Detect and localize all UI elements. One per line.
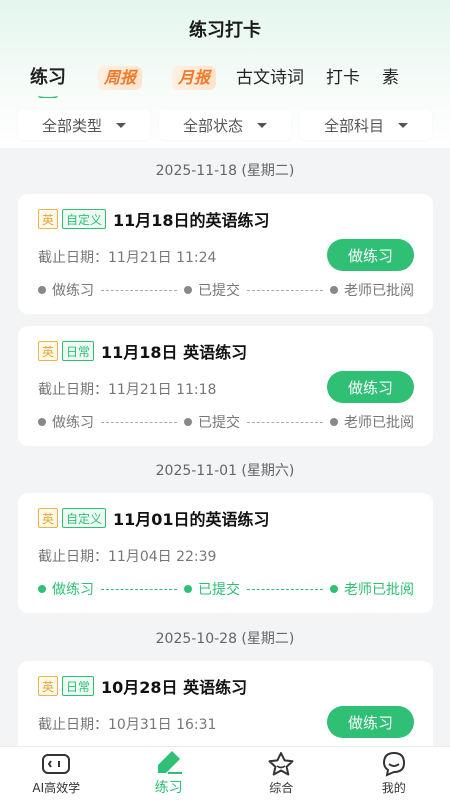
filter-status-label: 全部状态: [182, 116, 243, 135]
step-reviewed: 老师已批阅: [330, 280, 414, 300]
type-tag: 日常: [62, 676, 95, 696]
subject-badge: 英: [38, 209, 58, 229]
type-tag: 自定义: [62, 508, 107, 528]
deadline-text: 截止日期：11月21日 11:24: [38, 250, 217, 266]
step-connector: [101, 588, 177, 590]
tab-bar: 练习 周报 月报 古文诗词 打卡 素: [0, 58, 450, 98]
ai-robot-icon: [41, 752, 71, 776]
filter-subject-dropdown[interactable]: 全部科目: [300, 110, 432, 140]
tab-weekly-report[interactable]: 周报: [98, 66, 143, 90]
step-label: 做练习: [52, 283, 94, 299]
profile-icon: [379, 751, 409, 777]
filter-subject-label: 全部科目: [323, 116, 384, 135]
step-do-practice: 做练习: [38, 280, 94, 300]
card-title-row: 英 日常 10月28日 英语练习: [38, 675, 247, 697]
nav-label: AI高效学: [32, 780, 81, 795]
step-label: 做练习: [52, 415, 94, 431]
do-practice-button[interactable]: 做练习: [327, 239, 414, 271]
do-practice-button[interactable]: 做练习: [327, 371, 414, 403]
pencil-icon: [154, 750, 184, 774]
step-submitted: 已提交: [184, 579, 240, 599]
step-connector: [247, 289, 323, 291]
subject-badge: 英: [38, 508, 58, 528]
card-title-row: 英 自定义 11月01日的英语练习: [38, 507, 270, 529]
step-reviewed: 老师已批阅: [330, 579, 414, 599]
step-dot-icon: [330, 286, 338, 294]
nav-label: 我的: [381, 780, 406, 795]
date-header: 2025-11-18 (星期二): [155, 163, 295, 179]
filter-type-dropdown[interactable]: 全部类型: [18, 110, 150, 140]
step-dot-icon: [330, 418, 338, 426]
card-title-row: 英 日常 11月18日 英语练习: [38, 340, 247, 362]
deadline-text: 截止日期：11月21日 11:18: [38, 382, 217, 398]
date-header: 2025-10-28 (星期二): [155, 631, 295, 647]
step-dot-icon: [330, 585, 338, 593]
card-title: 11月01日的英语练习: [113, 510, 270, 529]
step-label: 做练习: [52, 582, 94, 598]
nav-label: 练习: [154, 780, 183, 796]
subject-badge: 英: [38, 341, 58, 361]
date-header: 2025-11-01 (星期六): [155, 463, 295, 479]
tab-classical-poetry[interactable]: 古文诗词: [236, 62, 304, 94]
step-dot-icon: [38, 418, 46, 426]
card-title: 11月18日 英语练习: [101, 343, 248, 362]
filter-type-label: 全部类型: [41, 116, 102, 135]
page-title: 练习打卡: [189, 20, 261, 41]
step-label: 老师已批阅: [344, 283, 414, 299]
deadline-text: 截止日期：10月31日 16:31: [38, 717, 217, 733]
practice-card[interactable]: 英 自定义 11月01日的英语练习 截止日期：11月04日 22:39 做练习 …: [18, 493, 433, 613]
deadline-text: 截止日期：11月04日 22:39: [38, 549, 217, 565]
step-dot-icon: [38, 585, 46, 593]
nav-label: 综合: [269, 780, 294, 795]
bottom-nav: AI高效学 练习 综合 我的: [0, 746, 450, 800]
step-label: 已提交: [198, 283, 240, 299]
step-label: 老师已批阅: [344, 582, 414, 598]
nav-ai-study[interactable]: AI高效学: [0, 747, 113, 800]
step-dot-icon: [38, 286, 46, 294]
subject-badge: 英: [38, 676, 58, 696]
step-connector: [101, 289, 177, 291]
tab-more-partial[interactable]: 素: [382, 62, 399, 94]
step-dot-icon: [184, 585, 192, 593]
progress-steps: 做练习 已提交 老师已批阅: [38, 280, 414, 300]
nav-mine[interactable]: 我的: [338, 747, 450, 800]
practice-card[interactable]: 英 自定义 11月18日的英语练习 截止日期：11月21日 11:24 做练习 …: [18, 194, 433, 314]
star-icon: [266, 751, 296, 776]
tab-monthly-report[interactable]: 月报: [172, 66, 217, 90]
progress-steps-completed: 做练习 已提交 老师已批阅: [38, 579, 414, 599]
practice-card[interactable]: 英 日常 11月18日 英语练习 截止日期：11月21日 11:18 做练习 做…: [18, 326, 433, 446]
step-do-practice: 做练习: [38, 579, 94, 599]
card-title: 10月28日 英语练习: [101, 678, 248, 697]
step-submitted: 已提交: [184, 280, 240, 300]
card-title-row: 英 自定义 11月18日的英语练习: [38, 208, 270, 230]
nav-practice[interactable]: 练习: [113, 747, 226, 800]
caret-down-icon: [398, 122, 408, 128]
step-label: 已提交: [198, 415, 240, 431]
caret-down-icon: [116, 122, 126, 128]
progress-steps: 做练习 已提交 老师已批阅: [38, 412, 414, 432]
step-do-practice: 做练习: [38, 412, 94, 432]
step-connector: [247, 588, 323, 590]
step-dot-icon: [184, 286, 192, 294]
filter-bar: 全部类型 全部状态 全部科目: [0, 110, 450, 142]
type-tag: 自定义: [62, 209, 107, 229]
nav-comprehensive[interactable]: 综合: [225, 747, 338, 800]
step-reviewed: 老师已批阅: [330, 412, 414, 432]
step-label: 老师已批阅: [344, 415, 414, 431]
card-title: 11月18日的英语练习: [113, 211, 270, 230]
step-label: 已提交: [198, 582, 240, 598]
step-connector: [247, 421, 323, 423]
filter-status-dropdown[interactable]: 全部状态: [159, 110, 291, 140]
do-practice-button[interactable]: 做练习: [327, 706, 414, 738]
tab-checkin[interactable]: 打卡: [326, 62, 360, 94]
tab-practice[interactable]: 练习: [30, 62, 66, 98]
step-dot-icon: [184, 418, 192, 426]
caret-down-icon: [257, 122, 267, 128]
type-tag: 日常: [62, 341, 95, 361]
step-submitted: 已提交: [184, 412, 240, 432]
step-connector: [101, 421, 177, 423]
